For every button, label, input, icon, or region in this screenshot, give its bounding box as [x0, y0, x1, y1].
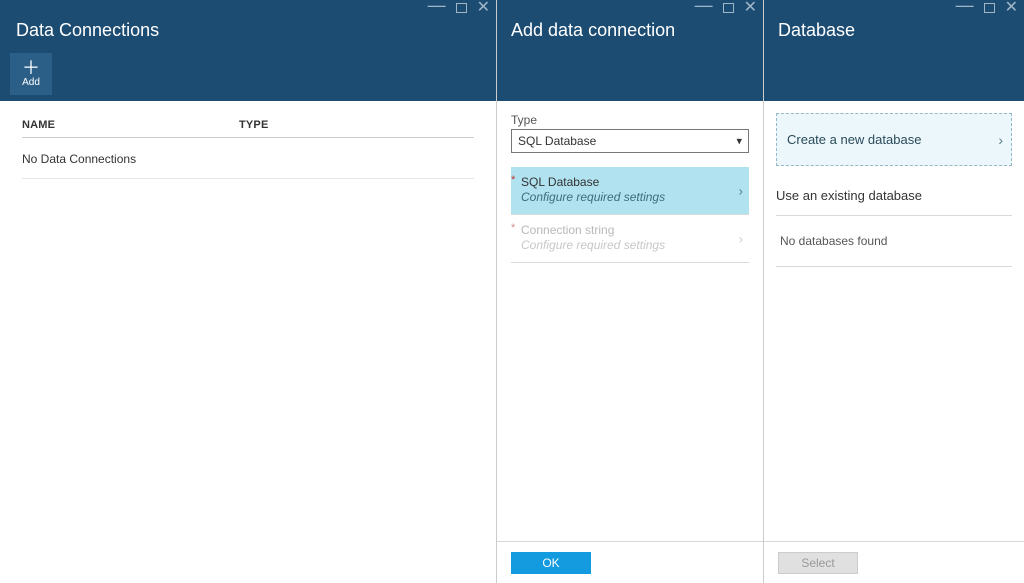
- close-icon[interactable]: ✕: [477, 3, 490, 13]
- close-icon[interactable]: ✕: [744, 3, 757, 13]
- type-field-label: Type: [511, 113, 749, 127]
- add-button-label: Add: [22, 77, 40, 88]
- chevron-right-icon: ›: [739, 231, 743, 246]
- blade-data-connections: — ✕ Data Connections ＋ Add NAME TYPE No …: [0, 0, 497, 583]
- window-controls: — ✕: [956, 3, 1018, 13]
- blade-title: Database: [764, 0, 1024, 101]
- maximize-icon[interactable]: [984, 3, 995, 13]
- blade-body: NAME TYPE No Data Connections: [0, 101, 496, 583]
- add-button[interactable]: ＋ Add: [10, 53, 52, 95]
- chevron-down-icon: ▾: [736, 135, 742, 148]
- select-button: Select: [778, 552, 858, 574]
- blade-title: Data Connections: [0, 0, 496, 49]
- config-row-subtitle: Configure required settings: [521, 238, 739, 252]
- existing-database-header: Use an existing database: [776, 188, 1012, 216]
- config-row-title: Connection string: [521, 223, 739, 237]
- blade-header: — ✕ Database: [764, 0, 1024, 101]
- type-select[interactable]: SQL Database ▾: [511, 129, 749, 153]
- table-header: NAME TYPE: [22, 119, 474, 138]
- config-connection-string: Connection string Configure required set…: [511, 215, 749, 263]
- minimize-icon[interactable]: —: [956, 0, 974, 10]
- blade-body: Type SQL Database ▾ SQL Database Configu…: [497, 101, 763, 541]
- blade-header: — ✕ Add data connection: [497, 0, 763, 101]
- blade-add-data-connection: — ✕ Add data connection Type SQL Databas…: [497, 0, 764, 583]
- type-select-value: SQL Database: [518, 134, 596, 148]
- close-icon[interactable]: ✕: [1005, 3, 1018, 13]
- minimize-icon[interactable]: —: [428, 0, 446, 10]
- create-new-database-label: Create a new database: [787, 132, 921, 147]
- config-row-subtitle: Configure required settings: [521, 190, 739, 204]
- blade-header: — ✕ Data Connections ＋ Add: [0, 0, 496, 101]
- blade-body: Create a new database › Use an existing …: [764, 101, 1024, 541]
- maximize-icon[interactable]: [456, 3, 467, 13]
- chevron-right-icon: ›: [739, 183, 743, 198]
- blade-database: — ✕ Database Create a new database › Use…: [764, 0, 1024, 583]
- empty-state: No Data Connections: [22, 148, 474, 179]
- create-new-database[interactable]: Create a new database ›: [776, 113, 1012, 166]
- blade-title: Add data connection: [497, 0, 763, 101]
- plus-icon: ＋: [22, 61, 40, 75]
- blade-footer: OK: [497, 541, 763, 583]
- blade-footer: Select: [764, 541, 1024, 583]
- config-sql-database[interactable]: SQL Database Configure required settings…: [511, 167, 749, 215]
- maximize-icon[interactable]: [723, 3, 734, 13]
- window-controls: — ✕: [428, 3, 490, 13]
- minimize-icon[interactable]: —: [695, 0, 713, 10]
- toolbar: ＋ Add: [0, 49, 496, 101]
- chevron-right-icon: ›: [998, 132, 1003, 148]
- config-row-title: SQL Database: [521, 175, 739, 189]
- ok-button[interactable]: OK: [511, 552, 591, 574]
- window-controls: — ✕: [695, 3, 757, 13]
- no-databases-found: No databases found: [776, 234, 1012, 267]
- column-name: NAME: [22, 119, 239, 131]
- column-type: TYPE: [239, 119, 474, 131]
